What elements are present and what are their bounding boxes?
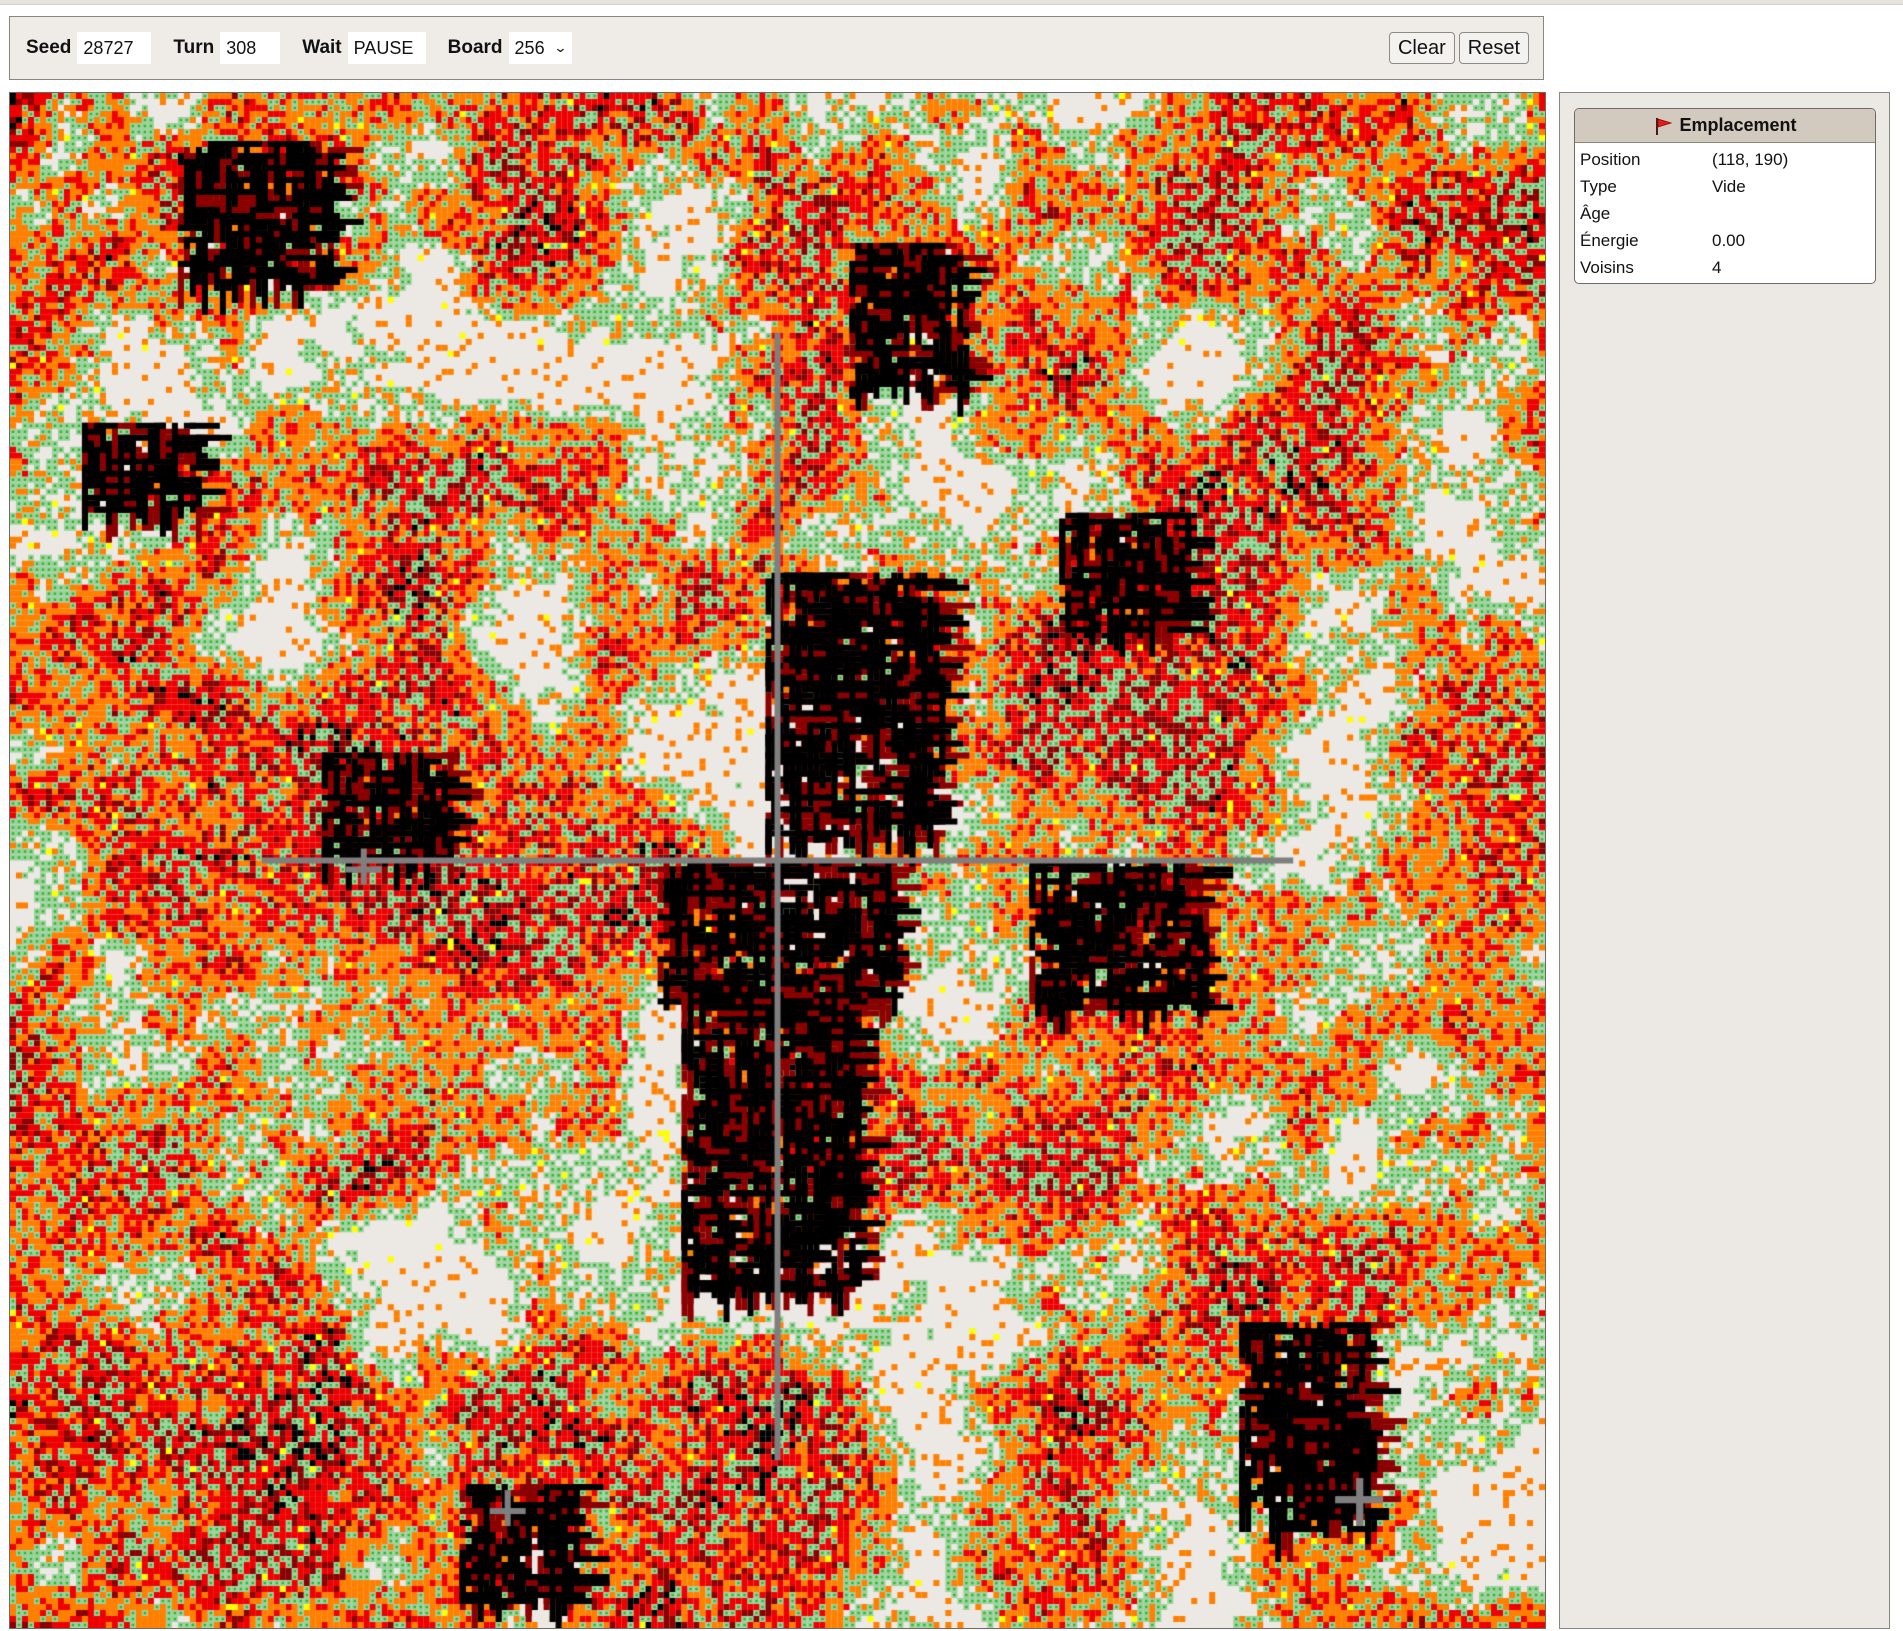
clear-button[interactable]: Clear [1388,32,1455,64]
reset-button[interactable]: Reset [1458,32,1529,64]
info-row-neighbors: Voisins 4 [1575,254,1875,281]
turn-control: Turn [171,32,286,64]
info-key: Position [1580,149,1641,169]
location-panel-title: Emplacement [1679,115,1797,135]
board-size-value: 256 [514,37,545,58]
info-key: Âge [1580,203,1611,223]
board-size-select[interactable]: 256 ⌄ [508,32,572,64]
turn-input[interactable] [220,32,281,64]
wait-control: Wait [300,32,431,64]
board-control: Board 256 ⌄ [446,32,572,64]
info-key: Énergie [1580,230,1639,250]
info-value: Vide [1712,176,1746,196]
board-canvas[interactable] [10,93,1545,1628]
control-toolbar: Seed Turn Wait Board 256 ⌄ Clear Reset [9,16,1544,80]
info-key: Type [1580,176,1617,196]
info-value: (118, 190) [1712,149,1789,169]
info-row-energy: Énergie 0.00 [1575,227,1875,254]
location-info-table: Position (118, 190) Type Vide Âge Énergi… [1575,143,1875,283]
board-label: Board [447,37,503,58]
window-top-edge [0,0,1903,5]
wait-input[interactable] [347,32,426,64]
location-panel: Emplacement Position (118, 190) Type Vid… [1574,108,1876,284]
simulation-board[interactable] [9,92,1546,1629]
wait-label: Wait [302,37,342,58]
inspector-sidebar: Emplacement Position (118, 190) Type Vid… [1559,92,1890,1629]
info-key: Voisins [1580,257,1634,277]
location-panel-header: Emplacement [1575,109,1875,143]
info-row-age: Âge [1575,200,1875,227]
info-row-position: Position (118, 190) [1575,146,1875,173]
seed-label: Seed [26,37,72,58]
info-value: 4 [1712,257,1722,277]
turn-label: Turn [173,37,215,58]
red-flag-icon [1656,117,1673,135]
info-value: 0.00 [1712,230,1746,250]
seed-input[interactable] [77,32,152,64]
info-row-type: Type Vide [1575,173,1875,200]
seed-control: Seed [24,32,157,64]
chevron-down-icon: ⌄ [552,40,568,55]
